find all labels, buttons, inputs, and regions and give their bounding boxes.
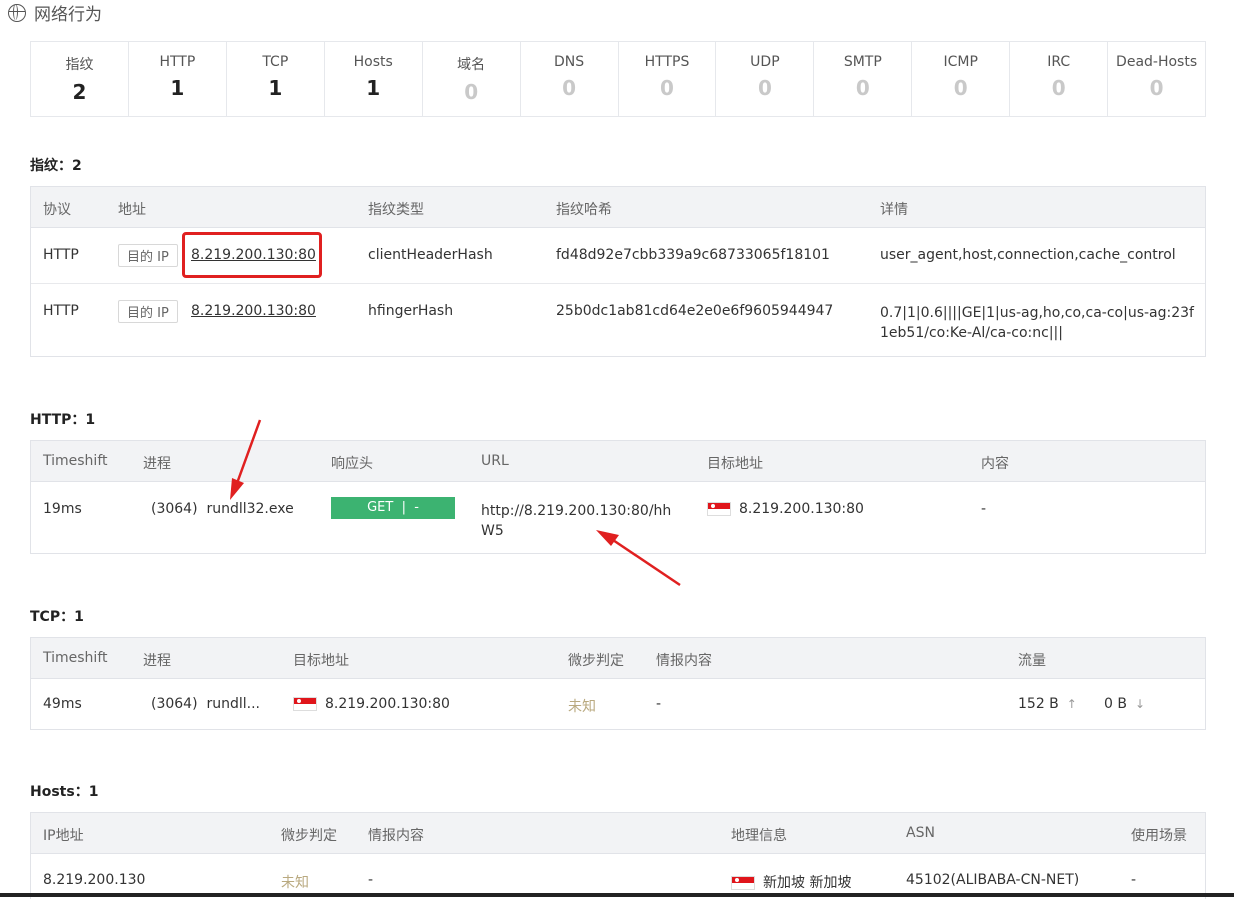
bottom-border [0,893,1234,897]
annotation-arrows [230,419,681,587]
arrow-to-process [230,419,262,500]
arrow-to-url [596,530,681,587]
